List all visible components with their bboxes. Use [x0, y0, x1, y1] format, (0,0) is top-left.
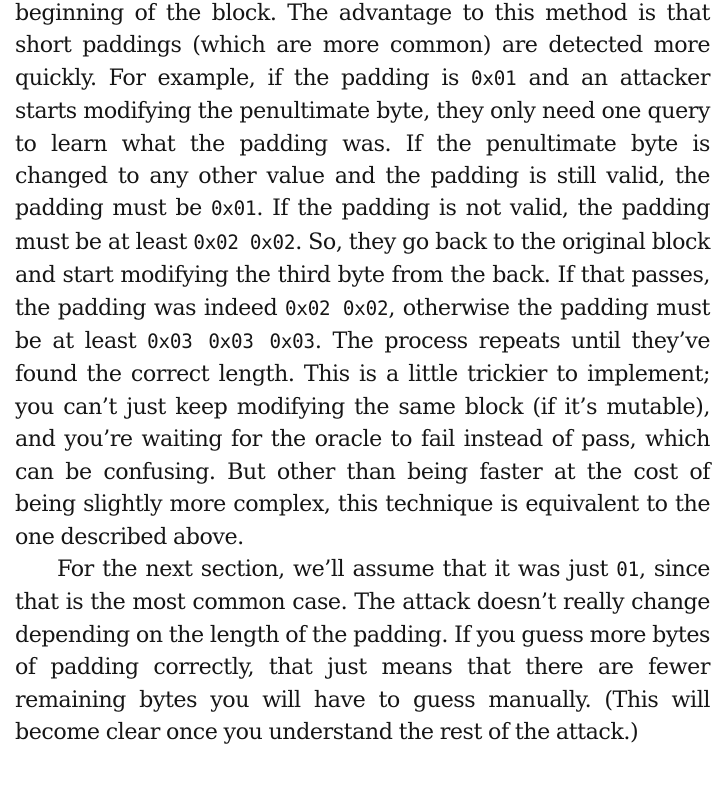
text-segment: For the next section, we’ll assume that … — [57, 555, 617, 582]
inline-code: 0x01 — [210, 197, 257, 221]
inline-code: 0x02 0x02 — [284, 296, 389, 320]
paragraph-next-section: For the next section, we’ll assume that … — [15, 553, 710, 748]
inline-code: 0x03 0x03 0x03 — [147, 330, 315, 354]
inline-code: 0x02 0x02 — [193, 230, 296, 254]
paragraph-padding-detection: beginning of the block. The advantage to… — [15, 0, 710, 553]
inline-code: 0x01 — [471, 66, 517, 90]
text-segment: . The process repeats until they’ve foun… — [15, 328, 710, 550]
text-segment: , since that is the most common case. Th… — [15, 555, 710, 745]
inline-code: 01 — [616, 557, 640, 581]
document-page: beginning of the block. The advantage to… — [0, 0, 726, 811]
